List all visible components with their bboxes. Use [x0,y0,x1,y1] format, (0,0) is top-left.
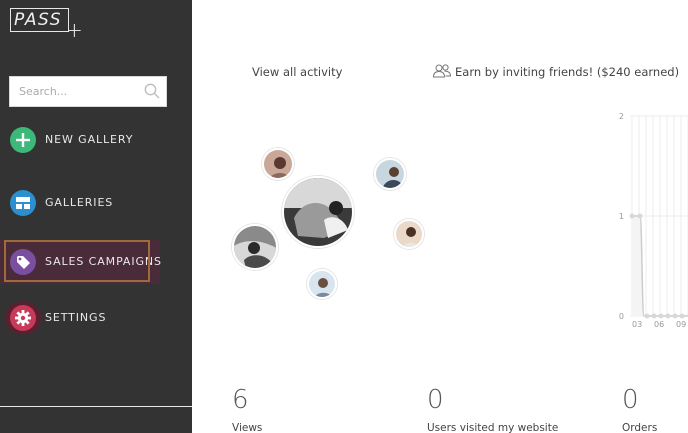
activity-photo[interactable] [232,224,278,270]
chart-point [637,213,643,219]
invite-text: Earn by inviting friends! ($240 earned) [455,65,680,79]
chart-y-tick-label: 2 [619,112,624,121]
view-all-activity-link[interactable]: View all activity [252,65,342,79]
sidebar-item-settings[interactable]: SETTINGS [0,298,192,338]
search-icon[interactable] [144,83,160,99]
stat-value: 0 [427,385,444,415]
stat-value: 0 [622,385,639,415]
chart-point [665,313,671,319]
chart-x-tick-label: 03 [632,320,642,329]
activity-photo[interactable] [307,269,337,299]
pass-logo[interactable]: PASS + [10,8,83,40]
sidebar-item-label: NEW GALLERY [45,133,134,146]
sidebar: PASS + NEW GALLERY GA [0,0,192,433]
sidebar-divider [0,406,192,407]
activity-photo[interactable] [374,158,406,190]
chart-point [658,313,664,319]
stat-label: Views [232,422,263,433]
chart-x-tick-label: 09 [676,320,686,329]
activity-photo[interactable] [262,148,294,180]
search-input[interactable] [10,77,140,106]
activity-photo[interactable] [394,219,424,249]
chart-y-tick-label: 0 [619,312,624,321]
stat-orders: 0 Orders [622,386,657,433]
active-item-highlight [4,240,150,282]
chart-point [672,313,678,319]
chart-x-tick-label: 06 [654,320,664,329]
chart-point [629,213,635,219]
activity-photo[interactable] [282,176,354,248]
chart-point [651,313,657,319]
sidebar-item-new-gallery[interactable]: NEW GALLERY [0,120,192,160]
stat-views: 6 Views [232,386,262,433]
grid-icon [10,190,36,216]
activity-chart: 0 1 2 03 06 09 [612,108,688,330]
stat-label: Orders [622,422,658,433]
chart-point [644,313,650,319]
chart-y-tick-label: 1 [619,212,624,221]
plus-icon [10,127,36,153]
stat-value: 6 [232,385,249,415]
search-box [9,76,167,107]
sidebar-item-galleries[interactable]: GALLERIES [0,183,192,223]
logo-plus: + [66,18,83,42]
sidebar-item-label: SETTINGS [45,311,107,324]
users-icon [432,63,452,79]
gear-icon [10,305,36,331]
stat-website-visitors: 0 Users visited my website [427,386,558,433]
sidebar-item-label: GALLERIES [45,196,114,209]
dashboard-main: View all activity Earn by inviting frien… [192,0,688,433]
stat-label: Users visited my website [427,422,559,433]
logo-text: PASS [14,10,63,30]
chart-point [679,313,685,319]
